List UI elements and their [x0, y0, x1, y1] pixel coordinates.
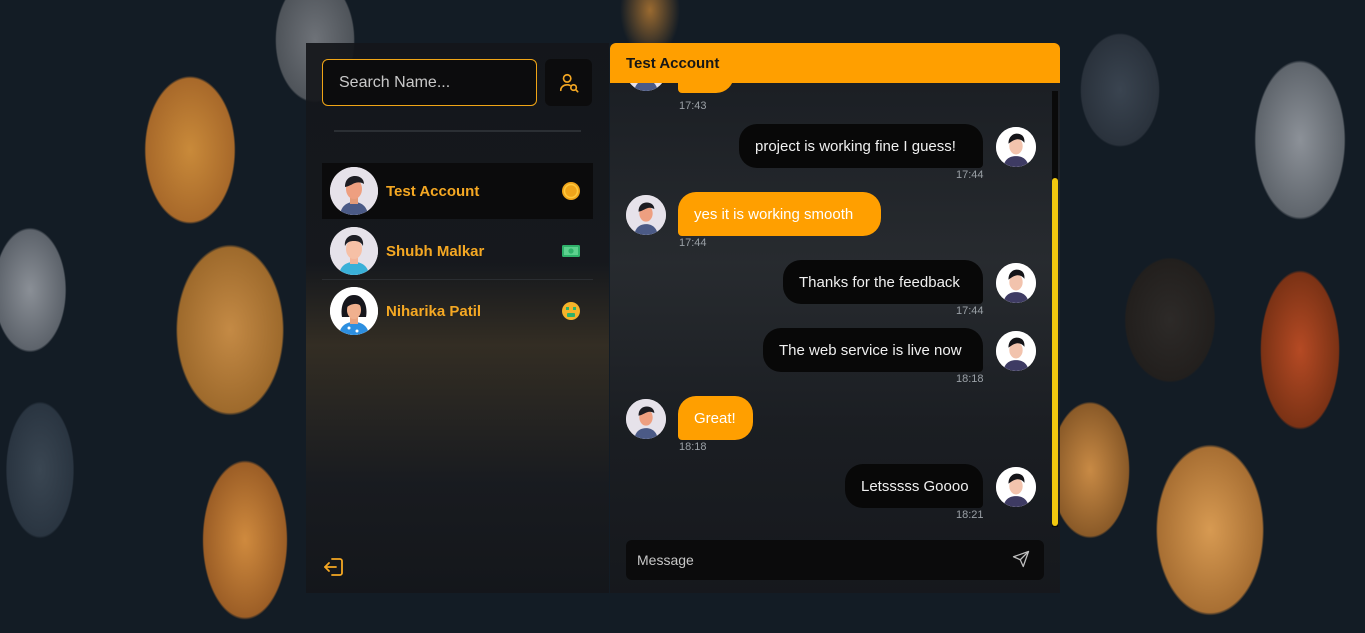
avatar: [996, 263, 1036, 303]
message-time: 17:44: [679, 237, 707, 249]
message-time: 18:18: [679, 441, 707, 453]
user-search-icon: [559, 73, 579, 93]
message-time: 17:44: [956, 169, 984, 181]
avatar: [330, 167, 378, 215]
avatar: [626, 83, 666, 91]
contact-name: Niharika Patil: [386, 302, 482, 320]
avatar: [626, 195, 666, 235]
chat-header: Test Account: [610, 43, 1060, 83]
avatar: [330, 287, 378, 335]
contact-item-niharika-patil[interactable]: Niharika Patil: [322, 283, 593, 339]
message-input[interactable]: [626, 540, 1006, 580]
avatar: [996, 331, 1036, 371]
money-icon: [561, 241, 581, 261]
chat-title: Test Account: [626, 54, 720, 72]
message-bubble: [678, 83, 734, 93]
contact-name: Test Account: [386, 182, 480, 200]
message-time: 18:18: [956, 373, 984, 385]
message-bubble-outgoing: Letsssss Goooo: [845, 464, 983, 508]
avatar: [330, 227, 378, 275]
avatar: [996, 467, 1036, 507]
message-composer: [626, 540, 1044, 580]
chat-panel: Test Account 17:43 project is working fi…: [610, 43, 1060, 593]
message-list[interactable]: 17:43 project is working fine I guess! 1…: [610, 83, 1060, 528]
scrollbar-thumb[interactable]: [1052, 178, 1058, 526]
contact-item-test-account[interactable]: Test Account: [322, 163, 593, 219]
money-mouth-face-icon: [561, 301, 581, 321]
message-time: 17:43: [679, 100, 707, 112]
message-bubble-outgoing: Thanks for the feedback: [783, 260, 983, 304]
message-bubble-outgoing: project is working fine I guess!: [739, 124, 983, 168]
coin-icon: [561, 181, 581, 201]
avatar: [626, 399, 666, 439]
search-input[interactable]: [322, 59, 537, 106]
message-bubble-outgoing: The web service is live now: [763, 328, 983, 372]
contact-name: Shubh Malkar: [386, 242, 485, 260]
contact-separator: [322, 279, 593, 280]
message-time: 18:21: [956, 509, 984, 521]
contact-item-shubh-malkar[interactable]: Shubh Malkar: [322, 223, 593, 280]
avatar: [996, 127, 1036, 167]
message-bubble-incoming: Great!: [678, 396, 753, 440]
send-button[interactable]: [1012, 550, 1032, 570]
message-bubble-incoming: yes it is working smooth: [678, 192, 881, 236]
sidebar: Test Account Shubh Malkar: [306, 43, 609, 593]
sidebar-divider: [334, 130, 581, 132]
logout-button[interactable]: [322, 555, 346, 579]
logout-icon: [324, 558, 343, 576]
send-icon: [1012, 550, 1030, 568]
message-time: 17:44: [956, 305, 984, 317]
chat-app: Test Account Shubh Malkar: [306, 43, 1060, 593]
message-incoming: [626, 83, 766, 93]
search-user-button[interactable]: [545, 59, 592, 106]
